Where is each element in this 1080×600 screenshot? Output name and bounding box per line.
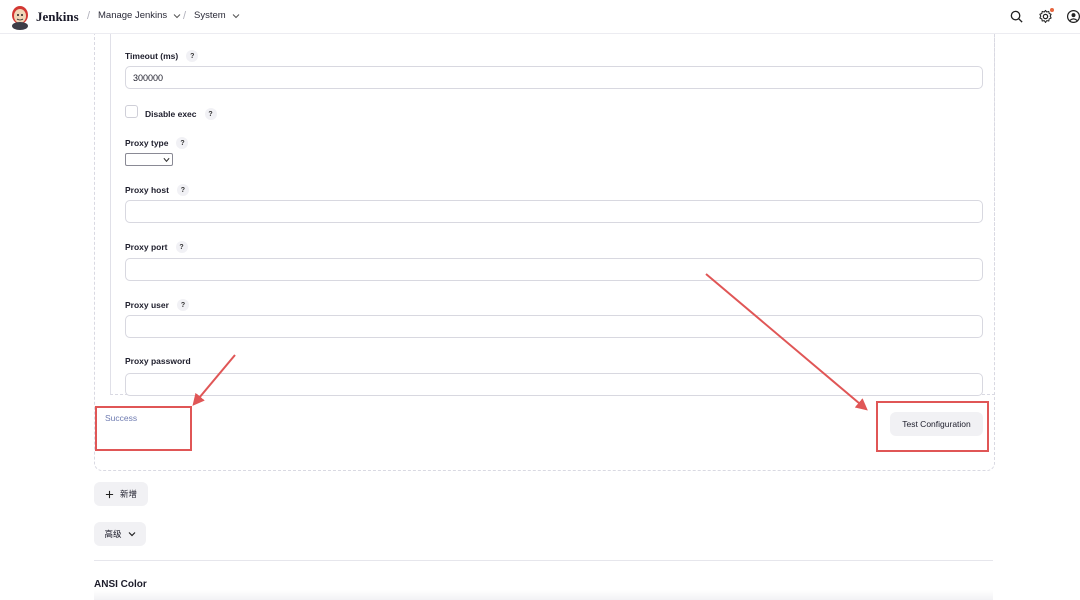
proxy-type-select[interactable] bbox=[125, 153, 173, 166]
breadcrumb-label: System bbox=[194, 10, 226, 21]
proxy-password-input[interactable] bbox=[125, 373, 983, 396]
disable-exec-label-row: Disable exec ? bbox=[145, 108, 217, 120]
add-button[interactable]: 新增 bbox=[94, 482, 148, 506]
top-header: Jenkins / Manage Jenkins / System bbox=[0, 0, 1080, 34]
plus-icon bbox=[105, 490, 114, 498]
help-icon[interactable]: ? bbox=[186, 50, 199, 62]
add-button-label: 新增 bbox=[119, 489, 137, 499]
proxy-password-label-row: Proxy password bbox=[125, 356, 191, 366]
proxy-user-label-row: Proxy user ? bbox=[125, 299, 189, 311]
user-icon[interactable] bbox=[1066, 9, 1080, 24]
search-icon[interactable] bbox=[1009, 9, 1024, 24]
proxy-host-label-row: Proxy host ? bbox=[125, 184, 189, 196]
jenkins-logo-icon[interactable] bbox=[10, 4, 30, 30]
proxy-port-input[interactable] bbox=[125, 258, 983, 281]
breadcrumb-separator: / bbox=[87, 10, 91, 22]
proxy-host-input[interactable] bbox=[125, 200, 983, 223]
proxy-host-label: Proxy host bbox=[125, 185, 169, 195]
timeout-label: Timeout (ms) bbox=[125, 51, 179, 61]
breadcrumb-system[interactable]: System bbox=[194, 10, 240, 21]
section-divider bbox=[94, 560, 993, 561]
breadcrumb-manage-jenkins[interactable]: Manage Jenkins bbox=[98, 10, 181, 21]
help-icon[interactable]: ? bbox=[175, 241, 188, 253]
annotation-box-test-button bbox=[876, 401, 989, 452]
section-fade bbox=[94, 590, 993, 600]
help-icon[interactable]: ? bbox=[204, 108, 217, 120]
disable-exec-label: Disable exec bbox=[145, 109, 197, 119]
timeout-label-row: Timeout (ms) ? bbox=[125, 50, 199, 62]
proxy-port-label: Proxy port bbox=[125, 242, 168, 252]
chevron-down-icon[interactable] bbox=[232, 12, 240, 20]
chevron-down-icon bbox=[163, 157, 170, 163]
proxy-port-label-row: Proxy port ? bbox=[125, 241, 188, 253]
breadcrumb-label: Manage Jenkins bbox=[98, 10, 168, 21]
help-icon[interactable]: ? bbox=[176, 184, 189, 196]
advanced-button-label: 高级 bbox=[104, 529, 122, 539]
advanced-button[interactable]: 高级 bbox=[94, 522, 146, 546]
manage-settings[interactable] bbox=[1038, 8, 1054, 24]
proxy-type-label: Proxy type bbox=[125, 138, 169, 148]
timeout-input[interactable] bbox=[125, 66, 983, 89]
notification-dot bbox=[1050, 8, 1054, 12]
proxy-type-label-row: Proxy type ? bbox=[125, 137, 189, 149]
proxy-user-label: Proxy user bbox=[125, 300, 169, 310]
disable-exec-checkbox[interactable] bbox=[125, 105, 138, 118]
proxy-user-input[interactable] bbox=[125, 315, 983, 338]
chevron-down-icon[interactable] bbox=[173, 12, 181, 20]
chevron-down-icon bbox=[128, 532, 135, 537]
annotation-box-success bbox=[95, 406, 192, 451]
section-title: ANSI Color bbox=[94, 579, 147, 590]
brand-name[interactable]: Jenkins bbox=[36, 9, 79, 25]
breadcrumb-separator: / bbox=[183, 10, 187, 22]
help-icon[interactable]: ? bbox=[176, 299, 189, 311]
help-icon[interactable]: ? bbox=[176, 137, 189, 149]
proxy-password-label: Proxy password bbox=[125, 356, 191, 366]
